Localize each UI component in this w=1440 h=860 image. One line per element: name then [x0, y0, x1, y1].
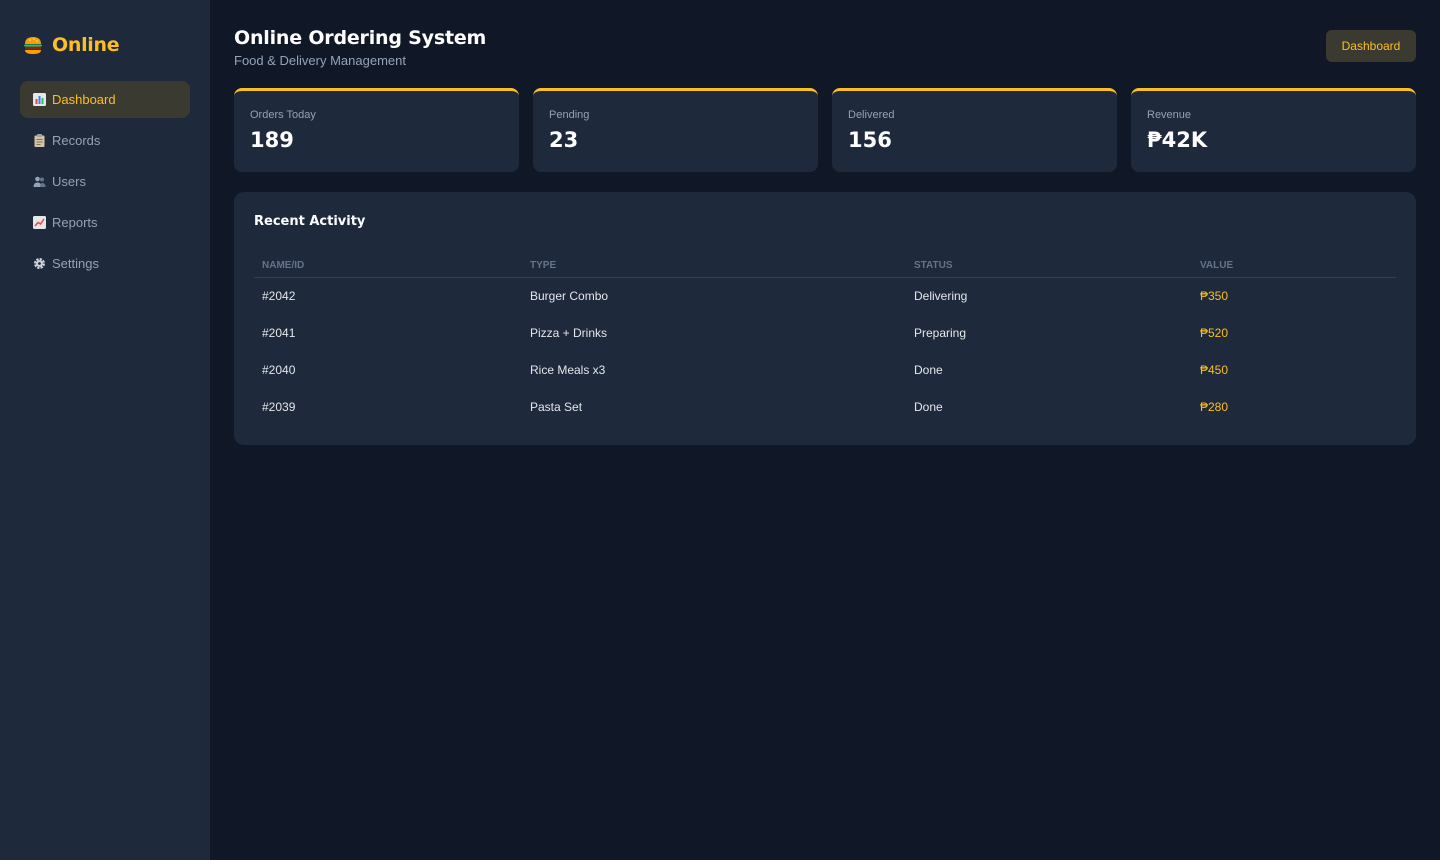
gear-icon — [34, 258, 45, 269]
stat-label: Revenue — [1147, 109, 1192, 121]
users-icon — [33, 176, 46, 187]
sidebar: Online Dashboard Records Users Reports S… — [0, 0, 210, 860]
cell-value: ₱450 — [1200, 362, 1229, 377]
cell-status: Done — [914, 362, 943, 377]
trend-chart-icon — [33, 216, 46, 229]
page-title: Online Ordering System — [234, 27, 487, 49]
cell-id: #2039 — [262, 399, 296, 414]
cell-value: ₱350 — [1200, 288, 1229, 303]
cell-status: Delivering — [914, 288, 968, 303]
stat-value: 23 — [549, 128, 579, 152]
panel-title: Recent Activity — [254, 214, 366, 229]
page-subtitle: Food & Delivery Management — [234, 53, 406, 68]
table-row[interactable]: #2039 Pasta Set Done ₱280 — [254, 388, 1396, 425]
column-header-value[interactable]: Value — [1192, 251, 1396, 278]
table-row[interactable]: #2042 Burger Combo Delivering ₱350 — [254, 277, 1396, 314]
stat-card-delivered: Delivered 156 — [832, 88, 1117, 172]
cell-value: ₱280 — [1200, 399, 1229, 414]
stat-card-pending: Pending 23 — [533, 88, 818, 172]
clipboard-icon — [34, 134, 45, 147]
stat-value: 189 — [250, 128, 294, 152]
sidebar-item-settings[interactable]: Settings — [20, 245, 190, 282]
stat-value: 156 — [848, 128, 892, 152]
stats-row: Orders Today 189 Pending 23 Delivered 15… — [234, 88, 1416, 172]
sidebar-item-label: Dashboard — [52, 92, 116, 107]
stat-label: Pending — [549, 109, 590, 121]
cell-type: Burger Combo — [530, 288, 609, 303]
column-header-type[interactable]: Type — [522, 251, 906, 278]
cell-type: Rice Meals x3 — [530, 362, 606, 377]
stat-label: Orders Today — [250, 109, 316, 121]
cell-id: #2040 — [262, 362, 296, 377]
cell-id: #2042 — [262, 288, 296, 303]
dashboard-button[interactable]: Dashboard — [1326, 30, 1416, 62]
cell-status: Preparing — [914, 325, 967, 340]
table-row[interactable]: #2041 Pizza + Drinks Preparing ₱520 — [254, 314, 1396, 351]
column-header-status[interactable]: Status — [906, 251, 1192, 278]
table-header-row: Name/ID Type Status Value — [254, 251, 1396, 278]
burger-icon — [24, 37, 42, 54]
sidebar-item-records[interactable]: Records — [20, 122, 190, 159]
column-header-name-id[interactable]: Name/ID — [254, 251, 522, 278]
stat-label: Delivered — [848, 109, 895, 121]
stat-value: ₱42K — [1147, 128, 1208, 152]
cell-value: ₱520 — [1200, 325, 1229, 340]
stat-card-revenue: Revenue ₱42K — [1131, 88, 1416, 172]
sidebar-item-label: Records — [52, 133, 101, 148]
sidebar-item-label: Users — [52, 174, 86, 189]
recent-activity-panel: Recent Activity Name/ID Type Status Valu… — [234, 192, 1416, 445]
activity-table: Name/ID Type Status Value #2042 Burger C… — [254, 251, 1396, 425]
sidebar-item-users[interactable]: Users — [20, 163, 190, 200]
sidebar-item-reports[interactable]: Reports — [20, 204, 190, 241]
brand-name: Online — [52, 34, 120, 56]
cell-type: Pasta Set — [530, 399, 583, 414]
cell-id: #2041 — [262, 325, 296, 340]
stat-card-orders-today: Orders Today 189 — [234, 88, 519, 172]
sidebar-nav: Dashboard Records Users Reports Settings — [20, 81, 190, 286]
cell-status: Done — [914, 399, 943, 414]
bar-chart-icon — [33, 93, 46, 106]
sidebar-item-dashboard[interactable]: Dashboard — [20, 81, 190, 118]
sidebar-item-label: Settings — [52, 256, 99, 271]
cell-type: Pizza + Drinks — [530, 325, 608, 340]
table-row[interactable]: #2040 Rice Meals x3 Done ₱450 — [254, 351, 1396, 388]
sidebar-item-label: Reports — [52, 215, 98, 230]
brand[interactable]: Online — [22, 33, 120, 57]
